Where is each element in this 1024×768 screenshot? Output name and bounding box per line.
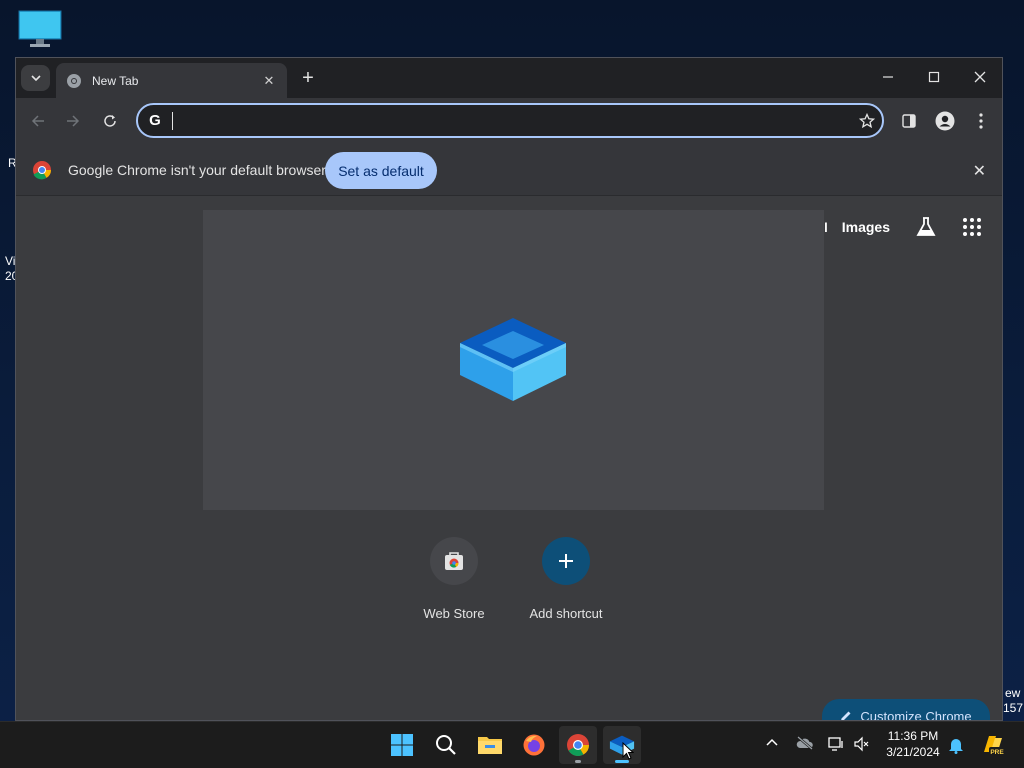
chrome-taskbar-icon[interactable] <box>559 726 597 764</box>
web-store-icon <box>430 537 478 585</box>
onedrive-offline-icon[interactable] <box>796 736 814 753</box>
title-bar: New Tab ✕ + <box>16 58 1002 98</box>
chrome-logo-icon <box>32 160 52 180</box>
close-window-icon[interactable] <box>966 66 994 88</box>
copilot-preview-icon[interactable]: PRE <box>980 732 1006 761</box>
bookmark-star-icon[interactable] <box>852 112 882 129</box>
running-indicator <box>575 760 581 763</box>
reload-icon[interactable] <box>98 109 122 133</box>
mouse-cursor-icon <box>622 742 634 760</box>
taskbar: 11:36 PM 3/21/2024 PRE <box>0 721 1024 768</box>
toolbar: G <box>16 98 1002 144</box>
infobar-message: Google Chrome isn't your default browser <box>68 162 326 178</box>
address-bar[interactable]: G <box>136 103 884 138</box>
network-icon[interactable] <box>828 736 844 755</box>
shortcut-add[interactable]: Add shortcut <box>511 537 621 621</box>
labs-flask-icon[interactable] <box>914 215 938 239</box>
firefox-icon[interactable] <box>515 726 553 764</box>
set-as-default-button[interactable]: Set as default <box>325 152 437 189</box>
notification-bell-icon[interactable] <box>948 736 964 757</box>
address-input[interactable] <box>173 112 852 129</box>
windows-logo-icon <box>391 734 413 756</box>
close-infobar-icon[interactable]: ✕ <box>973 161 986 181</box>
chrome-favicon-icon <box>67 73 81 88</box>
volume-muted-icon[interactable] <box>854 736 870 755</box>
box-logo-icon <box>456 313 570 410</box>
start-button[interactable] <box>383 726 421 764</box>
pencil-icon <box>841 711 851 720</box>
doodle-banner <box>203 210 824 510</box>
clock-date: 3/21/2024 <box>886 745 940 759</box>
pre-badge-text: PRE <box>990 749 1004 756</box>
tab-new-tab[interactable]: New Tab ✕ <box>56 63 287 98</box>
forward-icon[interactable] <box>61 109 85 133</box>
this-pc-icon[interactable] <box>18 10 62 50</box>
new-tab-button[interactable]: + <box>297 67 319 89</box>
shortcut-web-store[interactable]: Web Store <box>399 537 509 621</box>
clock-time: 11:36 PM <box>887 729 939 743</box>
chrome-window: New Tab ✕ + G Google Chrome isn't your d… <box>15 57 1003 721</box>
chevron-down-icon <box>30 75 41 82</box>
customize-label: Customize Chrome <box>860 708 972 721</box>
minimize-icon[interactable] <box>874 66 902 88</box>
system-clock[interactable]: 11:36 PM 3/21/2024 <box>876 728 950 760</box>
new-tab-page: il Images Web Store Add shortcut Customi… <box>16 197 1002 721</box>
back-icon[interactable] <box>26 109 50 133</box>
profile-avatar-icon[interactable] <box>933 109 957 133</box>
customize-chrome-button[interactable]: Customize Chrome <box>822 699 990 721</box>
box-app-taskbar-icon[interactable] <box>603 726 641 764</box>
close-tab-icon[interactable]: ✕ <box>261 73 277 89</box>
active-indicator <box>615 760 629 763</box>
tab-search-button[interactable] <box>21 65 50 91</box>
desktop-fragment-text: ew <box>1005 686 1021 700</box>
ntp-top-links: il Images <box>821 215 982 239</box>
side-panel-icon[interactable] <box>897 109 921 133</box>
google-g-icon: G <box>149 112 161 129</box>
shortcut-label: Add shortcut <box>529 606 603 621</box>
show-hidden-icons-chevron-icon[interactable] <box>765 735 779 750</box>
file-explorer-icon[interactable] <box>471 726 509 764</box>
plus-icon <box>542 537 590 585</box>
shortcut-label: Web Store <box>423 606 485 621</box>
maximize-icon[interactable] <box>920 66 948 88</box>
desktop-fragment-text: Vi <box>5 254 16 268</box>
images-link[interactable]: Images <box>842 219 890 235</box>
google-apps-icon[interactable] <box>962 217 982 237</box>
taskbar-search-icon[interactable] <box>427 726 465 764</box>
desktop-fragment-text: 157 <box>1003 701 1024 715</box>
default-browser-infobar: Google Chrome isn't your default browser… <box>16 144 1002 196</box>
tab-title: New Tab <box>92 73 139 88</box>
kebab-menu-icon[interactable] <box>969 109 993 133</box>
